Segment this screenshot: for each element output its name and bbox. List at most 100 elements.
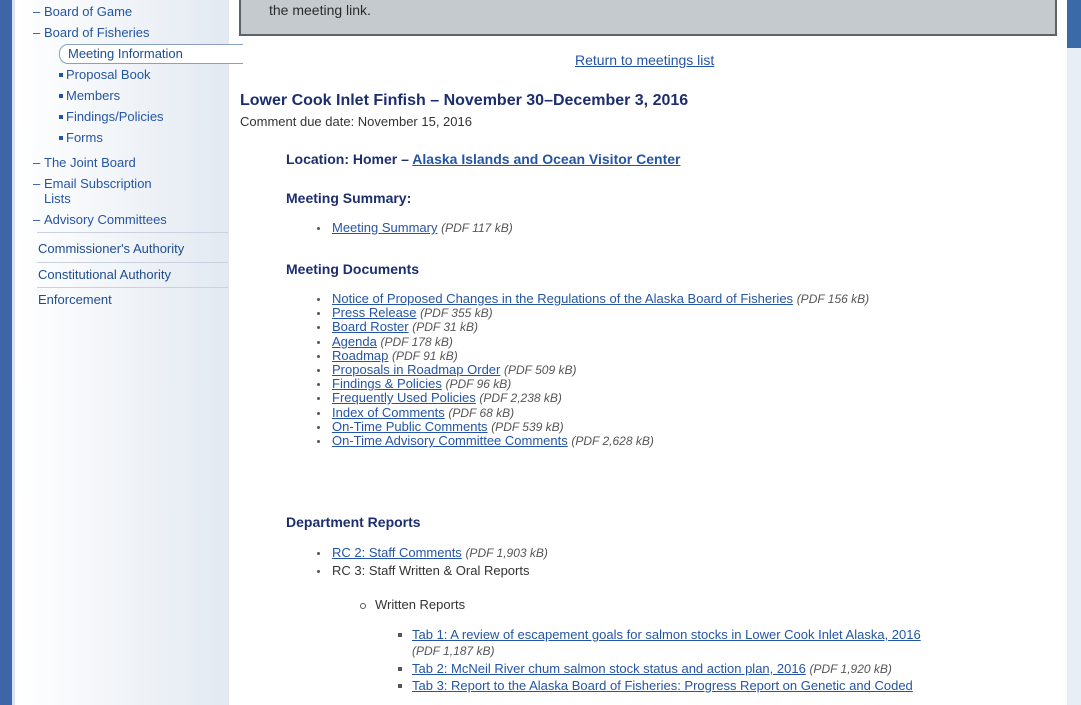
document-link[interactable]: Frequently Used Policies [332,390,476,405]
document-list-item: Press Release (PDF 355 kB) [332,305,493,320]
sidebar-item-board-of-fisheries[interactable]: Board of Fisheries [44,25,150,40]
document-list-item: Board Roster (PDF 31 kB) [332,319,478,334]
list-bullet [317,326,320,329]
document-link[interactable]: Board Roster [332,319,409,334]
sidebar-nav: – Board of Game – Board of Fisheries Mee… [15,0,243,705]
notice-text: the meeting link. [269,2,371,18]
sidebar-item-proposal-book[interactable]: Proposal Book [66,67,151,82]
dash-marker: – [33,155,41,170]
file-size: (PDF 2,628 kB) [571,434,654,448]
list-bullet [317,440,320,443]
bullet-marker [59,73,63,77]
file-size: (PDF 1,920 kB) [809,662,892,676]
tab3-report-link[interactable]: Tab 3: Report to the Alaska Board of Fis… [412,678,913,693]
file-size: (PDF 156 kB) [796,292,870,306]
dash-marker: – [33,212,41,227]
dash-marker: – [33,25,41,40]
document-list-item: Roadmap (PDF 91 kB) [332,348,458,363]
list-bullet [317,227,320,230]
document-list-item: Notice of Proposed Changes in the Regula… [332,291,869,306]
list-bullet [317,369,320,372]
meeting-summary-link[interactable]: Meeting Summary [332,220,437,235]
document-list-item: Agenda (PDF 178 kB) [332,334,453,349]
sidebar-divider [37,287,228,288]
document-list-item: On-Time Advisory Committee Comments (PDF… [332,433,654,448]
list-bullet [317,312,320,315]
document-link[interactable]: On-Time Public Comments [332,419,488,434]
list-item: RC 2: Staff Comments (PDF 1,903 kB) [332,545,548,560]
comment-due-date: Comment due date: November 15, 2016 [240,114,472,129]
file-size: (PDF 2,238 kB) [479,391,562,405]
sidebar-item-forms[interactable]: Forms [66,130,103,145]
document-list-item: Findings & Policies (PDF 96 kB) [332,376,511,391]
list-bullet [317,341,320,344]
list-bullet [317,298,320,301]
meeting-documents-heading: Meeting Documents [286,261,420,277]
file-size: (PDF 539 kB) [491,420,564,434]
document-link[interactable]: Index of Comments [332,405,445,420]
list-bullet-square [398,684,402,688]
sidebar-link-constitutional-authority[interactable]: Constitutional Authority [38,267,171,282]
return-to-meetings-link[interactable]: Return to meetings list [575,52,714,68]
file-size: (PDF 91 kB) [392,349,458,363]
sidebar-item-findings-policies[interactable]: Findings/Policies [66,109,164,124]
right-scroll-area [1067,0,1081,705]
notice-box: the meeting link. [239,0,1057,36]
file-size: (PDF 31 kB) [412,320,479,334]
document-link[interactable]: Findings & Policies [332,376,442,391]
sidebar-divider [37,232,228,233]
list-item: Tab 1: A review of escapement goals for … [412,627,921,642]
document-list-item: Frequently Used Policies (PDF 2,238 kB) [332,390,562,405]
list-bullet [317,397,320,400]
dash-marker: – [33,4,41,19]
document-link[interactable]: Roadmap [332,348,388,363]
list-bullet-square [398,667,402,671]
list-bullet-circle [360,603,366,609]
main-content: the meeting link. Return to meetings lis… [229,0,1081,705]
sidebar-item-email-subscription[interactable]: Email Subscription [44,176,152,191]
list-item: Meeting Summary (PDF 117 kB) [332,220,513,235]
rc2-staff-comments-link[interactable]: RC 2: Staff Comments [332,545,462,560]
sidebar-link-commissioners-authority[interactable]: Commissioner's Authority [38,241,184,256]
window-left-border [0,0,12,705]
document-link[interactable]: Proposals in Roadmap Order [332,362,500,377]
sidebar-divider [37,262,228,263]
meeting-summary-heading: Meeting Summary: [286,190,412,206]
sidebar-item-advisory-committees[interactable]: Advisory Committees [44,212,167,227]
list-item: Tab 2: McNeil River chum salmon stock st… [412,661,892,676]
sidebar-item-email-subscription-cont[interactable]: Lists [44,191,71,206]
file-size: (PDF 1,903 kB) [465,546,548,560]
sidebar-link-enforcement[interactable]: Enforcement [38,292,112,307]
document-list-item: Index of Comments (PDF 68 kB) [332,405,514,420]
location-label: Location: Homer – [286,151,413,167]
location-line: Location: Homer – Alaska Islands and Oce… [286,151,680,167]
document-link[interactable]: Agenda [332,334,377,349]
bullet-marker [59,136,63,140]
location-link[interactable]: Alaska Islands and Ocean Visitor Center [412,151,680,167]
sidebar-item-members[interactable]: Members [66,88,120,103]
rc3-reports-text: RC 3: Staff Written & Oral Reports [332,563,530,578]
document-link[interactable]: Press Release [332,305,417,320]
file-size: (PDF 1,187 kB) [412,644,495,658]
file-size: (PDF 178 kB) [380,335,453,349]
file-size: (PDF 509 kB) [503,363,577,377]
sidebar-item-meeting-information[interactable]: Meeting Information [68,46,183,61]
list-item: Tab 3: Report to the Alaska Board of Fis… [412,678,913,693]
tab2-report-link[interactable]: Tab 2: McNeil River chum salmon stock st… [412,661,806,676]
document-list-item: Proposals in Roadmap Order (PDF 509 kB) [332,362,576,377]
file-size: (PDF 68 kB) [448,406,515,420]
file-size: (PDF 355 kB) [420,306,493,320]
written-reports-text: Written Reports [375,597,466,612]
list-bullet [317,355,320,358]
list-bullet [317,383,320,386]
document-link[interactable]: On-Time Advisory Committee Comments [332,433,568,448]
right-border-top [1067,0,1081,48]
document-link[interactable]: Notice of Proposed Changes in the Regula… [332,291,793,306]
sidebar-item-joint-board[interactable]: The Joint Board [44,155,136,170]
list-bullet-square [398,633,402,637]
list-bullet [317,426,320,429]
file-size: (PDF 96 kB) [445,377,512,391]
tab1-report-link[interactable]: Tab 1: A review of escapement goals for … [412,627,921,642]
dash-marker: – [33,176,41,191]
sidebar-item-board-of-game[interactable]: Board of Game [44,4,132,19]
